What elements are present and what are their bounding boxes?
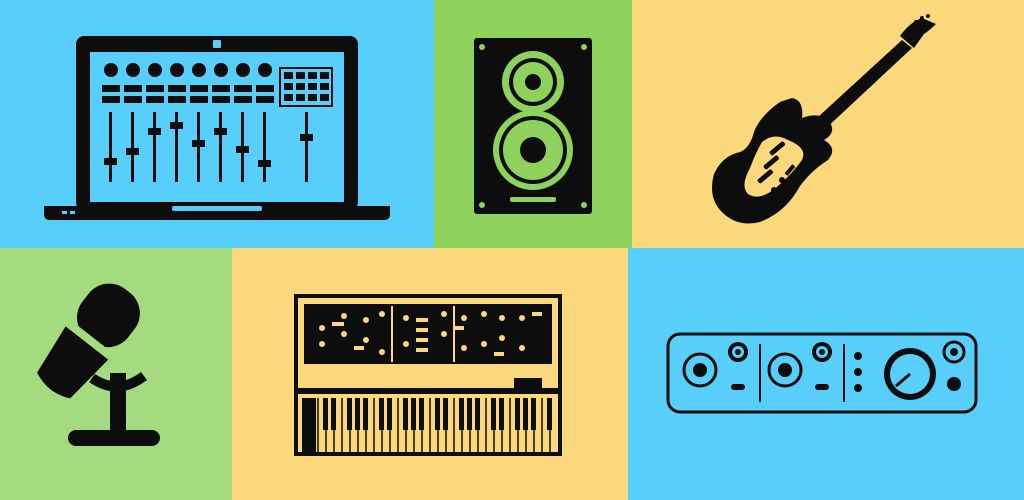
laptop-mixer-tile <box>0 0 434 248</box>
synthesizer-icon <box>294 294 562 456</box>
synthesizer-tile <box>232 248 628 500</box>
studio-monitor-tile <box>434 0 632 248</box>
speaker-icon <box>474 38 592 214</box>
laptop-mixer-icon <box>44 36 390 220</box>
electric-guitar-tile <box>632 0 1024 248</box>
audio-interface-tile <box>628 248 1024 500</box>
audio-interface-icon <box>666 332 978 414</box>
microphone-icon <box>37 283 160 446</box>
electric-guitar-icon <box>712 14 936 224</box>
microphone-tile <box>0 248 232 500</box>
